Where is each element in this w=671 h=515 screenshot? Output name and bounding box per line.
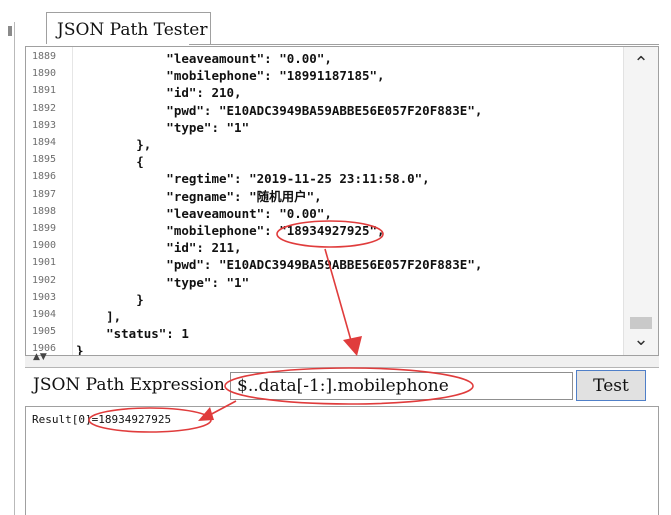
- panel-splitter[interactable]: ▲▼: [25, 352, 659, 368]
- line-number: 1899: [32, 223, 57, 234]
- line-number: 1889: [32, 51, 57, 62]
- tab-underline: [189, 44, 659, 45]
- line-number: 1893: [32, 119, 57, 131]
- line-number: 1895: [32, 154, 57, 166]
- line-number: 1894: [32, 137, 57, 148]
- json-response-editor[interactable]: 1889 "leaveamount": "0.00", 1890 "mobilep…: [25, 46, 659, 356]
- tab-json-path-tester[interactable]: JSON Path Tester: [46, 12, 211, 44]
- line-number: 1892: [32, 102, 57, 114]
- code-line: 1906}: [26, 341, 624, 355]
- line-number: 1897: [32, 188, 57, 200]
- expression-row: JSON Path Expression Test: [25, 368, 659, 406]
- line-number: 1891: [32, 85, 57, 97]
- result-text: Result[0]=18934927925: [32, 413, 172, 426]
- splitter-arrows-icon: ▲▼: [33, 352, 47, 362]
- line-number: 1905: [32, 326, 57, 338]
- line-number: 1902: [32, 274, 57, 286]
- json-path-expression-input[interactable]: [230, 372, 573, 400]
- chevron-up-icon[interactable]: ⌃: [624, 49, 658, 79]
- splitter-grip[interactable]: [8, 26, 12, 36]
- line-number: 1898: [32, 205, 57, 217]
- line-number: 1901: [32, 257, 57, 269]
- line-number: 1903: [32, 291, 57, 303]
- expression-label: JSON Path Expression: [33, 375, 225, 395]
- line-number: 1904: [32, 309, 57, 320]
- line-number: 1890: [32, 68, 57, 80]
- gutter-divider: [14, 22, 15, 515]
- editor-vertical-scrollbar[interactable]: ⌃ ⌄: [623, 47, 658, 355]
- tab-strip: JSON Path Tester: [22, 0, 671, 46]
- left-gutter: [0, 0, 22, 515]
- test-button[interactable]: Test: [576, 370, 646, 401]
- line-number: 1900: [32, 240, 57, 252]
- editor-lines: 1889 "leaveamount": "0.00", 1890 "mobilep…: [26, 47, 624, 355]
- line-number: 1896: [32, 171, 57, 183]
- code-text: }: [76, 343, 84, 355]
- result-panel[interactable]: Result[0]=18934927925: [25, 406, 659, 515]
- chevron-down-icon[interactable]: ⌄: [624, 325, 658, 355]
